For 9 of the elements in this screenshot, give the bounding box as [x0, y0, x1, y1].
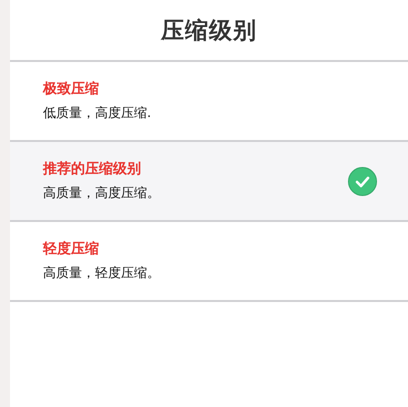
option-description: 高质量，高度压缩。 [43, 185, 161, 202]
page-title: 压缩级别 [161, 16, 257, 46]
option-title: 极致压缩 [43, 80, 100, 98]
option-description: 高质量，轻度压缩。 [43, 265, 161, 282]
check-icon [348, 166, 377, 196]
option-item[interactable]: 推荐的压缩级别 高质量，高度压缩。 [10, 142, 408, 222]
option-description: 低质量，高度压缩. [43, 105, 152, 122]
option-title: 推荐的压缩级别 [43, 160, 142, 178]
option-title: 轻度压缩 [43, 240, 100, 258]
